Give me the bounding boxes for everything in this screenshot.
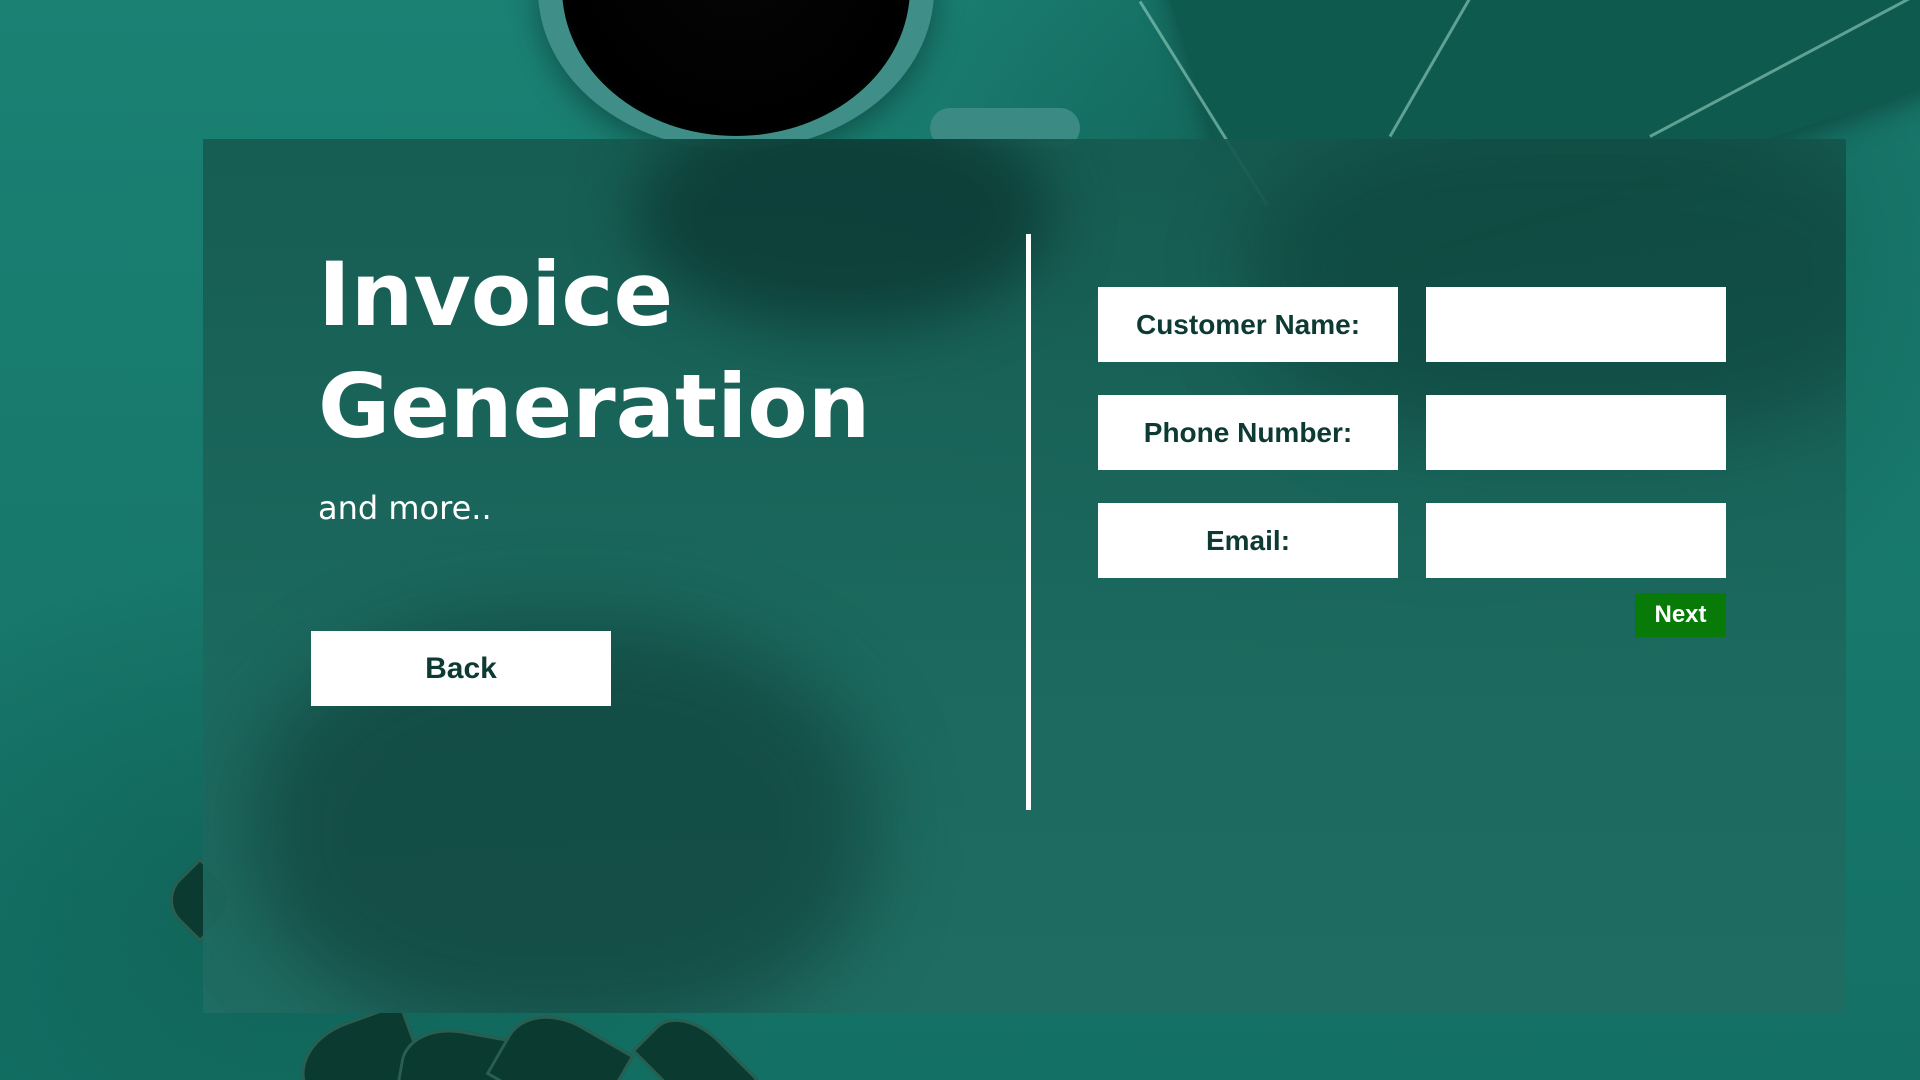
customer-name-input[interactable] [1426,287,1726,362]
page-title-line-2: Generation [318,355,871,458]
form-row-email: Email: [1098,503,1726,578]
background-plant-leaf [631,1001,759,1080]
vertical-divider [1026,234,1031,810]
phone-number-label: Phone Number: [1098,395,1398,470]
page-title-line-1: Invoice [318,243,674,346]
page-subtitle: and more.. [318,489,492,527]
back-button[interactable]: Back [311,631,611,706]
form-row-customer-name: Customer Name: [1098,287,1726,362]
invoice-panel: Invoice Generation and more.. Back Custo… [203,139,1846,1013]
customer-name-label: Customer Name: [1098,287,1398,362]
page-title: Invoice Generation [318,239,870,463]
phone-number-input[interactable] [1426,395,1726,470]
email-input[interactable] [1426,503,1726,578]
email-label: Email: [1098,503,1398,578]
next-button[interactable]: Next [1635,593,1726,637]
form-row-phone-number: Phone Number: [1098,395,1726,470]
